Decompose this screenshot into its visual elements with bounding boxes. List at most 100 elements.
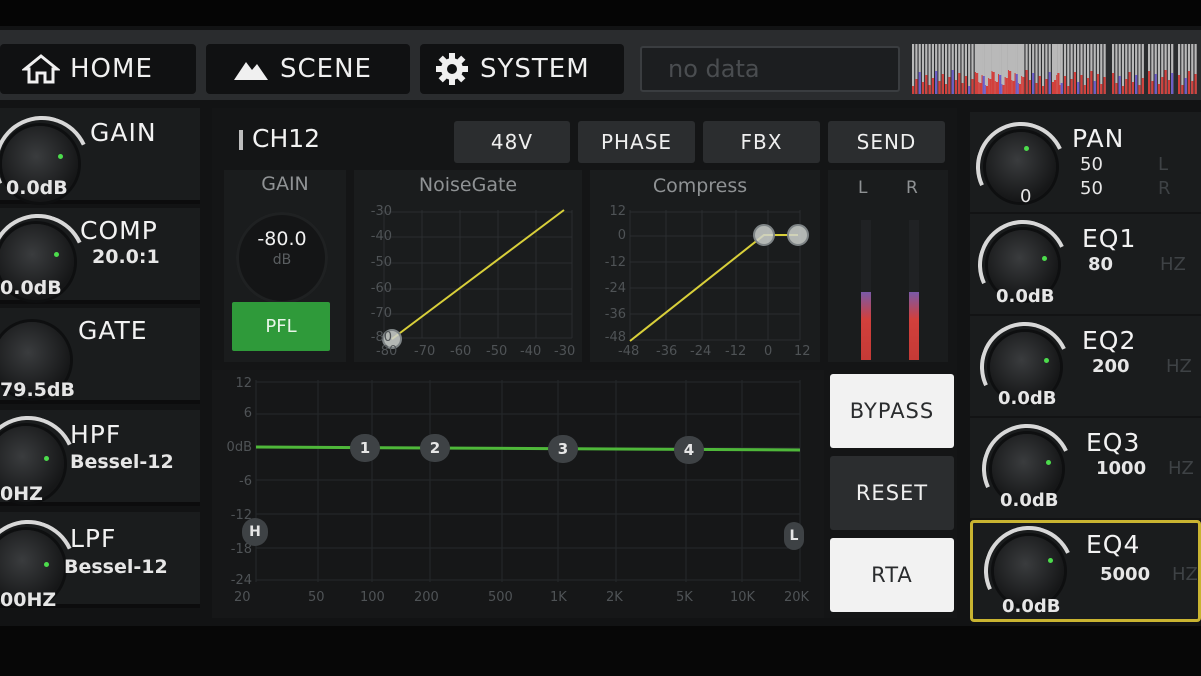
meter-level <box>1171 73 1174 94</box>
meter-level <box>985 86 989 94</box>
lpf-value: 00HZ <box>0 589 57 611</box>
phase-button[interactable]: PHASE <box>578 121 695 163</box>
meter-level <box>1141 78 1144 94</box>
meter-level <box>968 86 971 94</box>
eq-x-tick: 100 <box>360 590 385 605</box>
meter-level <box>954 80 958 94</box>
noisegate-title: NoiseGate <box>418 174 518 196</box>
eq4-frequency: 5000 <box>1100 564 1151 585</box>
meter-level <box>1060 83 1063 94</box>
comp-knob-indicator <box>54 252 59 257</box>
eq4-unit: HZ <box>1172 564 1198 585</box>
eq2-knob-indicator <box>1044 358 1049 363</box>
hpf-label: HPF <box>70 420 122 449</box>
meter-level <box>1045 79 1048 94</box>
meter-level <box>1005 78 1008 94</box>
meter-level <box>948 77 951 94</box>
hpf-knob-indicator <box>44 456 49 461</box>
fbx-button[interactable]: FBX <box>703 121 820 163</box>
hpf-value: 0HZ <box>0 483 43 505</box>
ng-x-tick: -40 <box>520 344 542 359</box>
meter-level <box>915 79 918 94</box>
meter-level <box>1087 78 1090 94</box>
meter-level <box>982 76 985 94</box>
ng-x-tick: -50 <box>486 344 508 359</box>
pan-knob-indicator <box>1024 146 1029 151</box>
eq-band-4-handle[interactable]: 4 <box>674 436 704 464</box>
meter-level <box>1048 72 1051 94</box>
rta-button[interactable]: RTA <box>830 538 954 612</box>
send-button[interactable]: SEND <box>828 121 945 163</box>
eq3-knob-indicator <box>1046 460 1051 465</box>
meter-level <box>1112 73 1115 94</box>
meter-level <box>1167 80 1170 94</box>
comp-value: 0.0dB <box>0 277 62 299</box>
lpf-type: Bessel-12 <box>64 556 168 578</box>
compress-threshold-handle[interactable] <box>753 224 775 246</box>
meter-level <box>1038 76 1041 94</box>
eq1-label: EQ1 <box>1082 224 1137 253</box>
pfl-button[interactable]: PFL <box>232 302 330 351</box>
eq-lpf-handle[interactable]: L <box>784 522 804 550</box>
cp-x-tick: -24 <box>690 344 712 359</box>
comp-label: COMP <box>80 216 158 245</box>
meter-level <box>1118 76 1121 94</box>
meter-level <box>1184 78 1187 94</box>
scene-label: SCENE <box>280 54 372 84</box>
cp-x-tick: 12 <box>794 344 811 359</box>
meter-level <box>925 75 928 94</box>
channel-name: CH12 <box>252 124 321 153</box>
eq-x-tick: 500 <box>488 590 513 605</box>
eq-x-tick: 200 <box>414 590 439 605</box>
eq-band-2-handle[interactable]: 2 <box>420 434 450 462</box>
bypass-button[interactable]: BYPASS <box>830 374 954 448</box>
meter-level <box>1194 74 1197 94</box>
eq-band-3-handle[interactable]: 3 <box>548 435 578 463</box>
meter-level <box>1121 86 1125 94</box>
cp-x-tick: -12 <box>725 344 747 359</box>
meter-level <box>1135 75 1138 94</box>
meter-level <box>1012 81 1015 94</box>
meter-level <box>935 71 938 94</box>
meter-level <box>1191 81 1194 94</box>
meter-level <box>992 72 995 94</box>
ng-x-tick: -70 <box>414 344 436 359</box>
eq-x-tick: 5K <box>676 590 693 605</box>
ng-y-tick: -60 <box>370 281 392 296</box>
meter-level <box>1018 84 1022 94</box>
phantom-48v-button[interactable]: 48V <box>454 121 570 163</box>
cp-y-tick: -36 <box>604 307 626 322</box>
reset-button[interactable]: RESET <box>830 456 954 530</box>
gate-label: GATE <box>78 316 148 345</box>
eq-response-line <box>255 445 801 452</box>
home-button[interactable]: HOME <box>0 44 196 94</box>
eq4-gain: 0.0dB <box>1002 596 1061 617</box>
eq-curve-graph[interactable] <box>212 370 824 618</box>
system-button[interactable]: SYSTEM <box>420 44 624 94</box>
meter-level <box>938 81 941 94</box>
meter-level <box>1054 80 1057 94</box>
eq-band-1-handle[interactable]: 1 <box>350 434 380 462</box>
meter-level <box>976 73 979 94</box>
pan-right-amount: 50 <box>1080 178 1103 199</box>
meter-level <box>1115 83 1118 94</box>
status-field: no data <box>640 46 900 92</box>
gear-icon <box>436 53 468 85</box>
input-gain-value: -80.0 <box>257 228 307 250</box>
compress-ratio-handle[interactable] <box>787 224 809 246</box>
ng-y-tick: -50 <box>370 255 392 270</box>
eq-y-tick: 12 <box>235 376 252 391</box>
meter-level <box>1028 80 1031 94</box>
lpf-knob-indicator <box>44 562 49 567</box>
mountain-icon <box>234 62 268 80</box>
meter-level <box>1080 75 1083 94</box>
eq-hpf-handle[interactable]: H <box>242 518 268 546</box>
eq-y-tick: -24 <box>230 573 252 588</box>
ng-x-tick: -80 <box>376 344 398 359</box>
eq-x-tick: 1K <box>550 590 567 605</box>
gate-value: 79.5dB <box>0 379 75 401</box>
meter-level <box>999 75 1002 94</box>
meter-level <box>912 86 915 94</box>
lpf-label: LPF <box>70 524 117 553</box>
scene-button[interactable]: SCENE <box>206 44 410 94</box>
